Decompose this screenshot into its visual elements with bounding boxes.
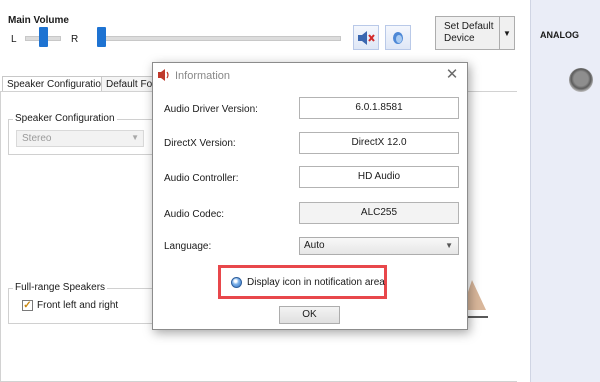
main-volume-title: Main Volume [8,15,69,26]
headphone-icon [393,31,403,44]
volume-slider-track[interactable] [98,36,341,41]
set-default-device-button[interactable]: Set Default Device ▼ [435,16,515,50]
analog-label: ANALOG [540,30,579,40]
chevron-down-icon[interactable]: ▼ [499,17,514,49]
audio-codec-label: Audio Codec: [164,209,225,220]
set-default-line2: Device [444,33,475,44]
connector-panel [530,0,600,382]
analog-jack-icon[interactable] [569,68,593,92]
front-left-right-label: Front left and right [37,300,119,311]
audio-driver-version-value: 6.0.1.8581 [299,97,459,119]
chevron-down-icon: ▼ [131,133,139,142]
balance-slider-thumb[interactable] [39,27,48,47]
display-icon-radio[interactable] [231,277,242,288]
speaker-configuration-group-title: Speaker Configuration [13,113,117,124]
notification-option-highlight: Display icon in notification area [218,265,387,299]
close-icon[interactable]: ✕ [443,66,461,84]
language-value: Auto [304,240,325,251]
language-select[interactable]: Auto ▼ [299,237,459,255]
language-label: Language: [164,241,212,252]
audio-controller-value: HD Audio [299,166,459,188]
audio-controller-label: Audio Controller: [164,173,239,184]
front-left-right-checkbox[interactable]: ✓ [22,300,33,311]
volume-slider-thumb[interactable] [97,27,106,47]
directx-version-value: DirectX 12.0 [299,132,459,154]
speaker-configuration-select: Stereo ▼ [16,130,144,147]
speaker-icon [158,69,169,81]
audio-driver-version-label: Audio Driver Version: [164,104,258,115]
balance-button[interactable] [385,25,411,50]
audio-codec-value: ALC255 [299,202,459,224]
full-range-speakers-group-title: Full-range Speakers [13,282,108,293]
right-channel-label: R [71,34,79,45]
left-channel-label: L [11,34,17,45]
information-dialog: Information ✕ Audio Driver Version: 6.0.… [152,62,468,330]
set-default-line1: Set Default [444,21,494,32]
ok-button[interactable]: OK [279,306,340,324]
dialog-title: Information [175,70,231,82]
set-default-label: Set Default Device [436,17,499,49]
display-icon-label[interactable]: Display icon in notification area [247,277,385,288]
dialog-titlebar[interactable]: Information ✕ [153,63,467,89]
speaker-muted-icon [358,30,375,45]
mute-button[interactable] [353,25,379,50]
directx-version-label: DirectX Version: [164,138,236,149]
speaker-configuration-value: Stereo [22,133,52,144]
chevron-down-icon: ▼ [445,241,453,250]
